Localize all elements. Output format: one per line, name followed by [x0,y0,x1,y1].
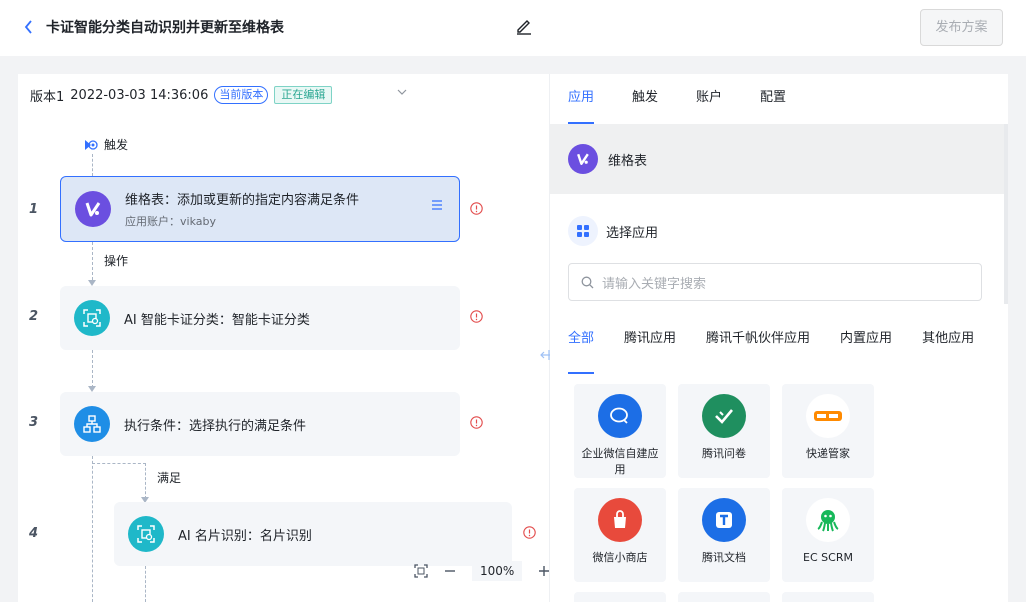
chevron-left-icon [24,20,32,34]
warning-icon[interactable] [470,202,483,215]
editing-badge: 正在编辑 [274,86,333,104]
category-other[interactable]: 其他应用 [922,324,974,364]
back-button[interactable] [22,16,40,38]
app-card-label: 腾讯文档 [702,551,746,564]
step-4-node[interactable]: AI 名片识别：名片识别 [114,502,512,566]
wecom-icon [598,394,642,438]
octopus-icon [806,498,850,542]
app-card-partial[interactable] [782,592,874,602]
pencil-icon [517,20,531,35]
version-datetime: 2022-03-03 14:36:06 [70,87,209,103]
tab-trigger[interactable]: 触发 [632,74,658,124]
app-card-partial[interactable] [574,592,666,602]
app-card-ecscrm[interactable]: EC SCRM [782,488,874,582]
step-2-title: AI 智能卡证分类：智能卡证分类 [124,312,310,328]
trigger-label: 触发 [104,138,129,152]
warning-icon[interactable] [523,526,536,539]
step-3-title: 执行条件：选择执行的满足条件 [124,418,307,434]
tab-config[interactable]: 配置 [760,74,786,124]
ai-namecard-scan-icon [128,516,164,552]
app-card-shop[interactable]: 微信小商店 [574,488,666,582]
publish-button[interactable]: 发布方案 [920,9,1003,46]
zoom-controls: 100% [414,561,550,581]
ai-card-scan-icon [74,300,110,336]
zoom-in-icon[interactable] [538,565,550,577]
express-icon [806,394,850,438]
app-card-docs[interactable]: 腾讯文档 [678,488,770,582]
fit-screen-icon[interactable] [414,564,428,578]
config-panel: 应用 触发 账户 配置 维格表 选择应用 请输入关键字搜索 全部 腾讯应用 腾讯… [550,74,1008,602]
version-label: 版本1 [30,89,65,105]
category-partner[interactable]: 腾讯千帆伙伴应用 [706,324,810,364]
survey-icon [702,394,746,438]
scrollbar[interactable] [1004,124,1008,304]
step-number: 4 [29,526,39,541]
edge-label-operate: 操作 [104,254,129,268]
step-number: 3 [29,415,39,430]
flow-canvas[interactable]: 版本1 2022-03-03 14:36:06 当前版本 正在编辑 触发 1 维… [18,74,550,602]
version-bar: 版本1 2022-03-03 14:36:06 当前版本 正在编辑 [30,84,333,106]
app-card-label: EC SCRM [803,551,853,564]
category-tabs: 全部 腾讯应用 腾讯千帆伙伴应用 内置应用 其他应用 [568,324,974,374]
vika-app-icon [75,191,111,227]
step-number: 1 [29,202,39,217]
search-placeholder: 请输入关键字搜索 [602,276,707,292]
app-card-survey[interactable]: 腾讯问卷 [678,384,770,478]
page-title: 卡证智能分类自动识别并更新至维格表 [46,20,284,36]
search-icon [581,276,594,288]
step-4-title: AI 名片识别：名片识别 [178,528,312,544]
tab-account[interactable]: 账户 [696,74,722,124]
app-card-partial[interactable] [678,592,770,602]
top-bar: 卡证智能分类自动识别并更新至维格表 发布方案 [0,0,1026,56]
menu-icon[interactable] [431,199,443,211]
app-card-label: 腾讯问卷 [702,447,746,460]
step-3-node[interactable]: 执行条件：选择执行的满足条件 [60,392,460,456]
version-dropdown-icon[interactable] [396,86,408,98]
vika-app-icon [568,144,598,174]
condition-branch-icon [74,406,110,442]
warning-icon[interactable] [470,310,483,323]
trigger-node[interactable]: 触发 [84,136,128,153]
selected-app-name: 维格表 [608,153,648,169]
app-card-label: 微信小商店 [592,551,648,564]
step-2-node[interactable]: AI 智能卡证分类：智能卡证分类 [60,286,460,350]
category-tencent[interactable]: 腾讯应用 [624,324,676,364]
docs-icon [702,498,746,542]
tab-app[interactable]: 应用 [568,74,595,124]
category-all[interactable]: 全部 [568,324,595,374]
apps-grid-icon [568,216,598,246]
warning-icon[interactable] [470,416,483,429]
step-1-subtitle: 应用账户：vikaby [125,215,216,228]
trigger-icon [85,139,98,150]
app-card-wecom[interactable]: 企业微信自建应用 [574,384,666,478]
app-card-express[interactable]: 快递管家 [782,384,874,478]
choose-app[interactable]: 选择应用 [568,216,658,246]
zoom-out-icon[interactable] [444,565,456,577]
step-number: 2 [29,309,39,324]
selected-app-row[interactable]: 维格表 [550,124,1008,194]
category-builtin[interactable]: 内置应用 [840,324,892,364]
search-input[interactable]: 请输入关键字搜索 [568,263,982,301]
current-version-badge: 当前版本 [214,86,269,104]
edit-title-button[interactable] [515,16,533,36]
edge-label-satisfy: 满足 [157,471,182,485]
step-1-title: 维格表：添加或更新的指定内容满足条件 [125,193,360,208]
shop-icon [598,498,642,542]
app-card-label: 企业微信自建应用 [581,447,659,476]
panel-tabs: 应用 触发 账户 配置 [568,74,786,124]
choose-app-label: 选择应用 [606,225,659,241]
zoom-level: 100% [472,561,523,581]
app-card-label: 快递管家 [806,447,850,460]
step-1-node[interactable]: 维格表：添加或更新的指定内容满足条件 应用账户：vikaby [60,176,460,242]
